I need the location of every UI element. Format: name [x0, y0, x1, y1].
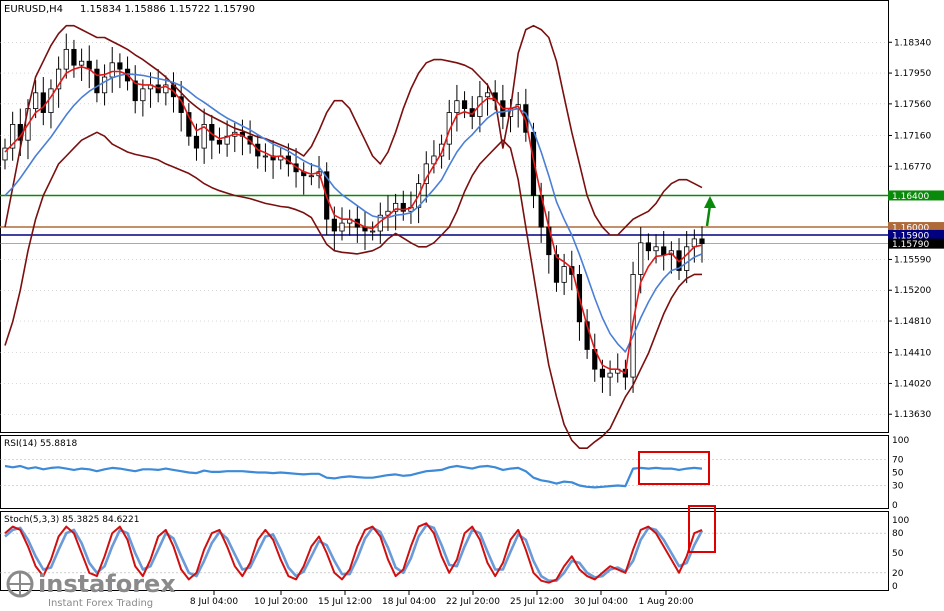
candle-body — [370, 230, 376, 233]
candle-body — [661, 246, 667, 256]
chart-ohlc: 1.15834 1.15886 1.15722 1.15790 — [80, 4, 255, 15]
price-tick-label: 1.15590 — [894, 255, 931, 265]
candle-body — [331, 218, 337, 232]
candle-body — [109, 62, 115, 78]
stoch-label: Stoch(5,3,3) 85.3825 84.6221 — [4, 515, 139, 525]
price-tick-label: 1.14020 — [894, 379, 931, 389]
time-tick-label: 25 Jul 12:00 — [510, 597, 564, 607]
price-tick-label: 1.15200 — [894, 286, 931, 296]
candle-body — [607, 372, 613, 378]
time-tick-label: 8 Jul 04:00 — [190, 597, 239, 607]
price-tick-label: 1.14810 — [894, 317, 931, 327]
candle-body — [117, 62, 123, 70]
watermark-tagline: Instant Forex Trading — [48, 598, 153, 609]
time-tick-label: 10 Jul 20:00 — [254, 597, 308, 607]
candle-body — [216, 139, 223, 145]
candle-body — [71, 48, 77, 66]
time-tick-label: 22 Jul 20:00 — [446, 597, 500, 607]
time-tick-label: 1 Aug 20:00 — [639, 597, 694, 607]
trading-chart: 1.164001.160001.159001.15790 1.183401.17… — [0, 0, 944, 611]
chart-title: EURUSD,H4 — [4, 4, 63, 15]
candle-body — [339, 222, 345, 232]
stoch-tick-label: 50 — [892, 549, 904, 559]
time-tick-label: 15 Jul 12:00 — [318, 597, 372, 607]
rsi-tick-label: 30 — [892, 482, 904, 492]
candle-body — [262, 155, 269, 158]
watermark-brand: instaforex — [38, 570, 176, 598]
rsi-tick-label: 70 — [892, 456, 904, 466]
candle-body — [645, 242, 651, 252]
candle-body — [308, 175, 314, 178]
candle-body — [63, 48, 69, 70]
candle-body — [33, 92, 39, 110]
stoch-tick-label: 20 — [892, 569, 904, 579]
candle-body — [40, 92, 46, 113]
stoch-tick-label: 80 — [892, 529, 904, 539]
price-level-label: 1.16400 — [892, 192, 929, 202]
price-tick-label: 1.13630 — [894, 410, 931, 420]
price-tick-label: 1.16770 — [894, 162, 931, 172]
price-tick-label: 1.17160 — [894, 131, 931, 141]
candle-body — [638, 242, 644, 275]
price-level-label: 1.15790 — [892, 240, 929, 250]
candle-body — [48, 88, 54, 113]
instaforex-logo-icon — [6, 570, 34, 598]
candle-body — [691, 238, 697, 248]
candle-body — [561, 266, 567, 283]
candle-body — [193, 135, 200, 149]
price-tick-label: 1.14410 — [894, 349, 931, 359]
price-tick-label: 1.17950 — [894, 69, 931, 79]
candle-body — [684, 246, 690, 271]
candle-body — [140, 88, 146, 102]
rsi-tick-label: 100 — [892, 436, 909, 446]
candle-body — [78, 60, 85, 66]
rsi-label: RSI(14) 55.8818 — [4, 439, 77, 449]
price-tick-label: 1.18340 — [894, 38, 931, 48]
stoch-tick-label: 0 — [892, 582, 898, 592]
time-tick-label: 30 Jul 04:00 — [574, 597, 628, 607]
candle-body — [699, 238, 705, 245]
rsi-tick-label: 0 — [892, 501, 898, 511]
candle-body — [454, 100, 460, 113]
candle-body — [461, 100, 468, 110]
time-tick-label: 18 Jul 04:00 — [382, 597, 436, 607]
candle-body — [101, 76, 108, 94]
candle-body — [653, 246, 659, 252]
stoch-tick-label: 100 — [892, 516, 909, 526]
price-tick-label: 1.17560 — [894, 100, 931, 110]
rsi-tick-label: 50 — [892, 469, 904, 479]
candle-body — [484, 92, 491, 98]
candle-body — [599, 368, 606, 378]
candle-body — [94, 68, 100, 94]
